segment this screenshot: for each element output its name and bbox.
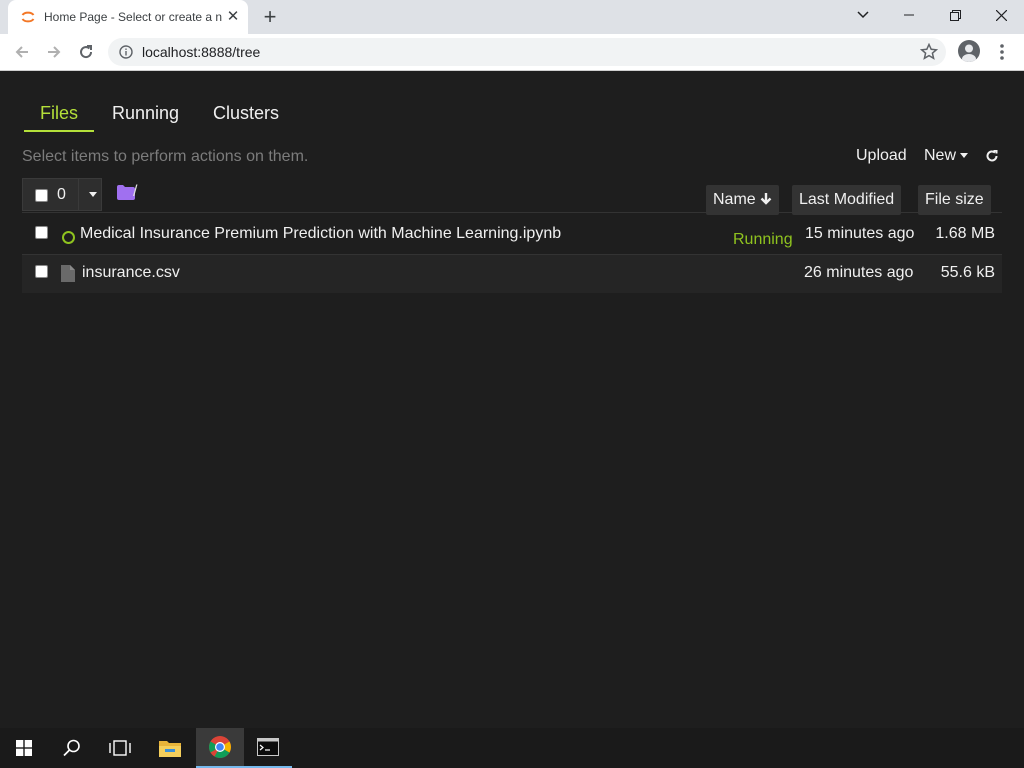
file-explorer-icon (159, 741, 181, 757)
caret-down-icon (960, 153, 969, 159)
file-size: 1.68 MB (935, 225, 995, 242)
star-icon[interactable] (920, 43, 938, 61)
reload-button[interactable] (74, 40, 98, 64)
terminal-icon (257, 738, 279, 756)
browser-tab[interactable]: Home Page - Select or create a notebook … (8, 0, 248, 34)
terminal-taskbar-button[interactable] (244, 728, 292, 768)
jupyter-tree-page: Files Running Clusters Select items to p… (0, 71, 1024, 728)
tab-title: Home Page - Select or create a notebook (44, 10, 222, 24)
select-menu-button[interactable] (78, 179, 102, 210)
jupyter-favicon-icon (21, 11, 35, 23)
new-label: New (924, 147, 957, 164)
list-divider (22, 212, 1002, 213)
new-tab-button[interactable]: + (258, 6, 282, 28)
refresh-icon[interactable] (986, 150, 998, 162)
tab-files[interactable]: Files (24, 95, 95, 132)
file-row[interactable]: Medical Insurance Premium Prediction wit… (22, 214, 1002, 252)
arrow-left-icon (15, 46, 28, 58)
info-icon[interactable] (119, 45, 133, 59)
close-window-button[interactable] (978, 0, 1024, 30)
tab-clusters[interactable]: Clusters (197, 95, 295, 132)
sort-name-button[interactable]: Name (706, 185, 780, 215)
url-text[interactable]: localhost:8888/tree (142, 44, 260, 60)
restore-button[interactable] (932, 0, 978, 30)
file-name-link[interactable]: Medical Insurance Premium Prediction wit… (80, 225, 561, 243)
minimize-icon (904, 14, 914, 16)
start-icon (16, 740, 32, 756)
task-view-button[interactable] (96, 728, 144, 768)
task-view-icon (109, 740, 131, 756)
person-icon (962, 44, 976, 62)
selected-count: 0 (57, 186, 66, 203)
select-all-control: 0 (22, 178, 102, 211)
file-modified: 15 minutes ago (805, 225, 915, 242)
arrow-right-icon (48, 46, 61, 58)
selection-hint: Select items to perform actions on them. (22, 148, 309, 165)
minimize-button[interactable] (886, 0, 932, 30)
taskbar-search-button[interactable] (48, 728, 96, 768)
browser-toolbar: localhost:8888/tree (0, 34, 1024, 71)
reload-icon (80, 45, 93, 59)
caret-down-icon (88, 192, 97, 197)
start-button[interactable] (0, 728, 48, 768)
search-icon (63, 739, 80, 757)
file-size: 55.6 kB (940, 264, 995, 281)
file-modified: 26 minutes ago (804, 264, 914, 281)
windows-taskbar (0, 728, 1024, 768)
arrow-down-icon (760, 193, 772, 205)
upload-button[interactable]: Upload (856, 147, 907, 165)
tab-close-icon[interactable]: ✕ (224, 8, 242, 26)
tab-running[interactable]: Running (96, 95, 195, 132)
file-name-link[interactable]: insurance.csv (82, 264, 180, 282)
chrome-taskbar-button[interactable] (196, 728, 244, 768)
restore-icon (949, 9, 961, 21)
row-checkbox[interactable] (35, 265, 48, 278)
chevron-down-icon (857, 11, 869, 19)
file-row[interactable]: insurance.csv 26 minutes ago 55.6 kB (22, 255, 1002, 293)
forward-button[interactable] (42, 40, 66, 64)
back-button[interactable] (10, 40, 34, 64)
new-button[interactable]: New (924, 147, 969, 165)
profile-avatar[interactable] (958, 40, 980, 62)
row-checkbox[interactable] (35, 226, 48, 239)
close-icon (995, 9, 1007, 21)
breadcrumb-path[interactable]: / (133, 183, 137, 201)
file-explorer-button[interactable] (146, 728, 194, 768)
tab-search-button[interactable] (840, 0, 886, 30)
name-column-label: Name (713, 191, 756, 208)
running-status: Running (733, 231, 793, 248)
sort-file-size-button[interactable]: File size (918, 185, 991, 215)
chrome-icon (209, 736, 231, 758)
notebook-running-icon (62, 231, 75, 244)
file-icon (61, 265, 75, 282)
menu-kebab-icon[interactable] (994, 42, 1010, 62)
select-all-checkbox[interactable] (35, 189, 48, 202)
browser-titlebar: Home Page - Select or create a notebook … (0, 0, 1024, 34)
address-bar[interactable]: localhost:8888/tree (108, 38, 946, 66)
sort-last-modified-button[interactable]: Last Modified (792, 185, 902, 215)
